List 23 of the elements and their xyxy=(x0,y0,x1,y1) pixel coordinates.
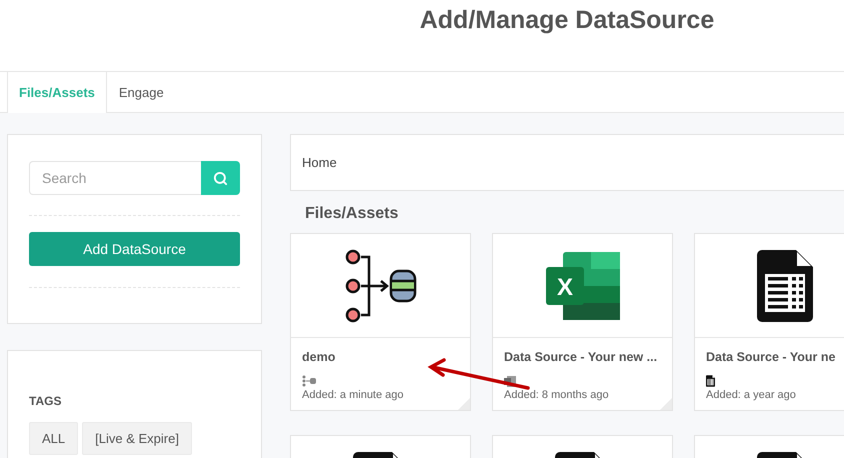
corner-fold-icon xyxy=(458,398,470,410)
added-time: Added: a year ago xyxy=(706,389,797,401)
card-title: Data Source - Your new ... xyxy=(504,350,658,364)
flow-icon xyxy=(302,375,316,387)
breadcrumb-link[interactable]: Home xyxy=(302,155,337,170)
section-heading: Files/Assets xyxy=(305,205,400,223)
card-title: Data Source - Your ne xyxy=(706,350,836,364)
tag-chip[interactable]: ALL xyxy=(29,422,78,455)
card-title: demo xyxy=(302,350,336,364)
corner-fold-icon xyxy=(660,398,672,410)
added-time: Added: a minute ago xyxy=(302,389,405,401)
search-icon xyxy=(213,170,228,186)
tab[interactable]: Engage xyxy=(106,72,176,113)
added-time: Added: 8 months ago xyxy=(504,389,610,401)
spreadsheet-file-icon xyxy=(756,250,812,322)
spreadsheet-file-icon xyxy=(706,375,715,387)
tags-heading: TAGS xyxy=(29,394,62,408)
search-field[interactable]: Search xyxy=(29,161,201,195)
file-card[interactable]: X Data Source - Your new ... Added: 8 months ago xyxy=(492,233,673,411)
tag-chip[interactable]: [Live & Expire] xyxy=(82,422,192,455)
file-card[interactable]: Data Source - Your ne Added: a year ago xyxy=(694,233,844,411)
file-card[interactable]: demo Added: a minute ago xyxy=(290,233,471,411)
page-title: Add/Manage DataSource xyxy=(420,5,714,35)
